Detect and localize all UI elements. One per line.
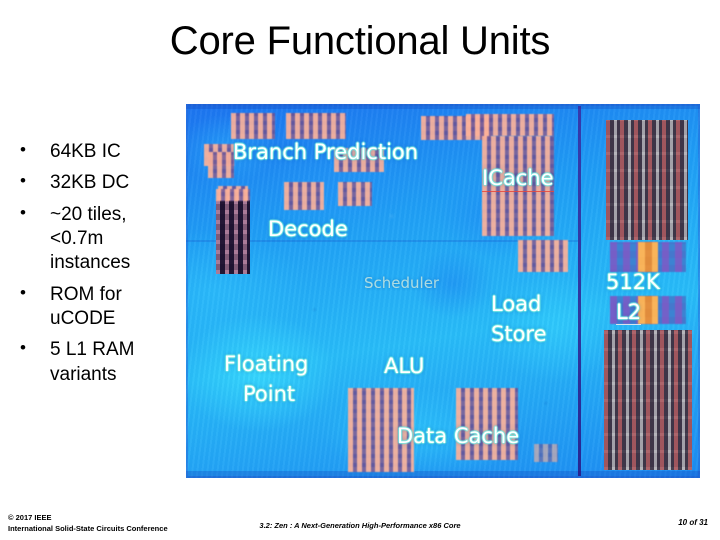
sram-block — [338, 182, 372, 206]
die-band-bottom — [186, 471, 700, 478]
sram-block — [456, 388, 518, 460]
l2-logic-patch-orange — [638, 242, 658, 272]
sram-block — [466, 114, 554, 136]
sram-block — [482, 136, 554, 236]
sram-block — [348, 388, 414, 472]
list-item: 32KB DC — [8, 170, 184, 195]
l2-array-block — [606, 120, 688, 240]
list-item: ROM for uCODE — [8, 282, 184, 332]
die-label-floating: Floating — [224, 352, 309, 376]
core-l2-divider — [578, 106, 581, 476]
sram-block — [208, 152, 234, 178]
sram-block — [518, 240, 568, 272]
die-label-branch-prediction: Branch Prediction — [233, 140, 419, 164]
sram-block — [334, 148, 384, 172]
page-number: 10 of 31 — [678, 518, 708, 527]
sram-block — [284, 182, 324, 210]
die-label-store: Store — [491, 322, 547, 346]
sram-block — [231, 113, 275, 139]
die-label-alu: ALU — [384, 354, 425, 378]
sram-block — [216, 189, 250, 201]
die-label-load: Load — [491, 292, 542, 316]
sram-block — [286, 113, 346, 139]
sram-block — [534, 444, 558, 462]
microcode-rom-block — [216, 200, 250, 274]
list-item: 5 L1 RAM variants — [8, 337, 184, 387]
die-label-scheduler: Scheduler — [364, 274, 440, 292]
page-title: Core Functional Units — [169, 19, 551, 63]
die-band-top — [186, 104, 700, 109]
l2-array-block — [604, 330, 692, 470]
die-label-point: Point — [243, 382, 296, 406]
list-item: ~20 tiles, <0.7m instances — [8, 202, 184, 276]
paper-title-footer: 3.2: Zen : A Next-Generation High-Perfor… — [259, 521, 461, 530]
die-photo-image: Branch Prediction Decode ICache Schedule… — [186, 104, 700, 478]
list-item: 64KB IC — [8, 139, 184, 164]
l2-logic-patch-orange — [638, 296, 658, 324]
die-label-decode: Decode — [268, 217, 348, 241]
bullet-list: 64KB IC 32KB DC ~20 tiles, <0.7m instanc… — [8, 139, 184, 394]
die-label-l2-size: 512K — [606, 270, 660, 294]
